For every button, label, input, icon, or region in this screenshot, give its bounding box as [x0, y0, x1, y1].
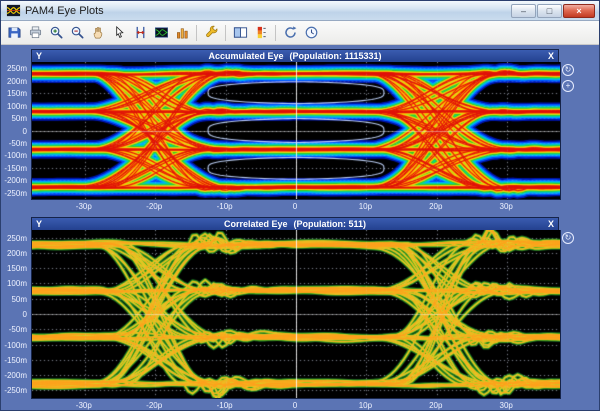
print-button[interactable]: [25, 23, 45, 43]
y-tick-label: -200m: [4, 371, 27, 380]
y-tick-label: 50m: [11, 114, 27, 123]
y-tick-label: 200m: [7, 77, 27, 86]
zoom-mode-button[interactable]: +: [562, 80, 574, 92]
x-tick-label: -30p: [69, 401, 99, 410]
reset-view-button[interactable]: ↻: [562, 232, 574, 244]
figure-toolbar: [1, 21, 599, 45]
toolbar-separator: [225, 25, 226, 41]
pan-button[interactable]: [88, 23, 108, 43]
accumulated-eye-panel: Y Accumulated Eye(Population: 1115331) X…: [1, 49, 599, 215]
y-tick-label: 0: [23, 127, 27, 136]
correlated-eye-panel: Y Correlated Eye(Population: 511) X 250m…: [1, 217, 599, 410]
y-tick-label: 50m: [11, 295, 27, 304]
y-tick-label: -150m: [4, 356, 27, 365]
plot-title-text: Correlated Eye: [224, 219, 288, 229]
titlebar[interactable]: PAM4 Eye Plots – □ ×: [1, 1, 599, 21]
x-tick-label: 10p: [350, 401, 380, 410]
plot-title-text: Accumulated Eye: [208, 51, 283, 61]
refresh-button[interactable]: [301, 23, 321, 43]
y-tick-label: -50m: [9, 139, 27, 148]
zoom-out-icon: [70, 25, 85, 40]
replay-button[interactable]: [280, 23, 300, 43]
replay-icon: [283, 25, 298, 40]
population-badge: (Population: 1115331): [290, 51, 382, 61]
vmarkers-icon: [133, 25, 148, 40]
accumulated-eye-header: Y Accumulated Eye(Population: 1115331) X: [31, 49, 559, 62]
y-tick-label: 150m: [7, 264, 27, 273]
x-tick-label: 10p: [350, 202, 380, 211]
minimize-button[interactable]: –: [511, 4, 536, 18]
y-tick-label: -50m: [9, 325, 27, 334]
x-axis-label: X: [548, 219, 554, 229]
colorbar-button[interactable]: [251, 23, 271, 43]
reset-view-button[interactable]: ↻: [562, 64, 574, 76]
histogram-icon: [175, 25, 190, 40]
cursor-icon: [112, 25, 127, 40]
x-tick-label: 30p: [491, 401, 521, 410]
vertical-markers-button[interactable]: [130, 23, 150, 43]
x-tick-labels: -30p -20p -10p 0 10p 20p 30p: [1, 202, 599, 212]
app-icon: [6, 3, 21, 18]
zoom-in-button[interactable]: [46, 23, 66, 43]
clock-icon: [304, 25, 319, 40]
y-tick-label: 0: [23, 310, 27, 319]
y-tick-label: 100m: [7, 102, 27, 111]
eye-measure-button[interactable]: [151, 23, 171, 43]
x-tick-label: 20p: [421, 202, 451, 211]
wrench-icon: [204, 25, 219, 40]
y-tick-label: -100m: [4, 341, 27, 350]
plot-side-buttons: ↻: [562, 232, 574, 244]
splitview-icon: [233, 25, 248, 40]
close-button[interactable]: ×: [563, 4, 595, 18]
y-tick-label: 250m: [7, 234, 27, 243]
x-tick-label: -30p: [69, 202, 99, 211]
correlated-eye-canvas[interactable]: [31, 230, 561, 399]
colorbar-icon: [254, 25, 269, 40]
x-axis-label: X: [548, 51, 554, 61]
y-tick-label: 250m: [7, 64, 27, 73]
toolbar-separator: [275, 25, 276, 41]
x-tick-label: 0: [280, 202, 310, 211]
correlated-eye-header: Y Correlated Eye(Population: 511) X: [31, 217, 559, 230]
save-button[interactable]: [4, 23, 24, 43]
settings-button[interactable]: [201, 23, 221, 43]
y-tick-label: -200m: [4, 176, 27, 185]
figure-area: Y Accumulated Eye(Population: 1115331) X…: [1, 45, 599, 410]
accumulated-eye-title: Accumulated Eye (Population: 1115331): [42, 51, 548, 61]
y-tick-label: -100m: [4, 151, 27, 160]
window-controls: – □ ×: [510, 4, 596, 18]
y-tick-label: 200m: [7, 249, 27, 258]
histogram-button[interactable]: [172, 23, 192, 43]
x-tick-label: -20p: [139, 202, 169, 211]
x-tick-label: -10p: [210, 202, 240, 211]
x-tick-label: 30p: [491, 202, 521, 211]
maximize-button[interactable]: □: [537, 4, 562, 18]
x-tick-label: 20p: [421, 401, 451, 410]
pam4-eye-plots-window: PAM4 Eye Plots – □ × Y Accumulated Eye(P…: [0, 0, 600, 411]
split-view-button[interactable]: [230, 23, 250, 43]
toolbar-separator: [196, 25, 197, 41]
hand-icon: [91, 25, 106, 40]
y-tick-label: 100m: [7, 279, 27, 288]
y-tick-label: -250m: [4, 189, 27, 198]
window-title: PAM4 Eye Plots: [25, 5, 104, 17]
x-tick-label: -20p: [139, 401, 169, 410]
population-badge: (Population: 511): [294, 219, 367, 229]
x-tick-labels: -30p -20p -10p 0 10p 20p 30p: [1, 401, 599, 411]
accumulated-eye-canvas[interactable]: [31, 62, 561, 200]
correlated-eye-title: Correlated Eye (Population: 511): [42, 219, 548, 229]
zoom-out-button[interactable]: [67, 23, 87, 43]
data-cursor-button[interactable]: [109, 23, 129, 43]
x-tick-label: -10p: [210, 401, 240, 410]
eyewave-icon: [154, 25, 169, 40]
printer-icon: [28, 25, 43, 40]
zoom-in-icon: [49, 25, 64, 40]
y-tick-label: 150m: [7, 89, 27, 98]
y-tick-label: -250m: [4, 386, 27, 395]
x-tick-label: 0: [280, 401, 310, 410]
plot-side-buttons: ↻+: [562, 64, 574, 92]
y-tick-label: -150m: [4, 164, 27, 173]
floppy-icon: [7, 25, 22, 40]
